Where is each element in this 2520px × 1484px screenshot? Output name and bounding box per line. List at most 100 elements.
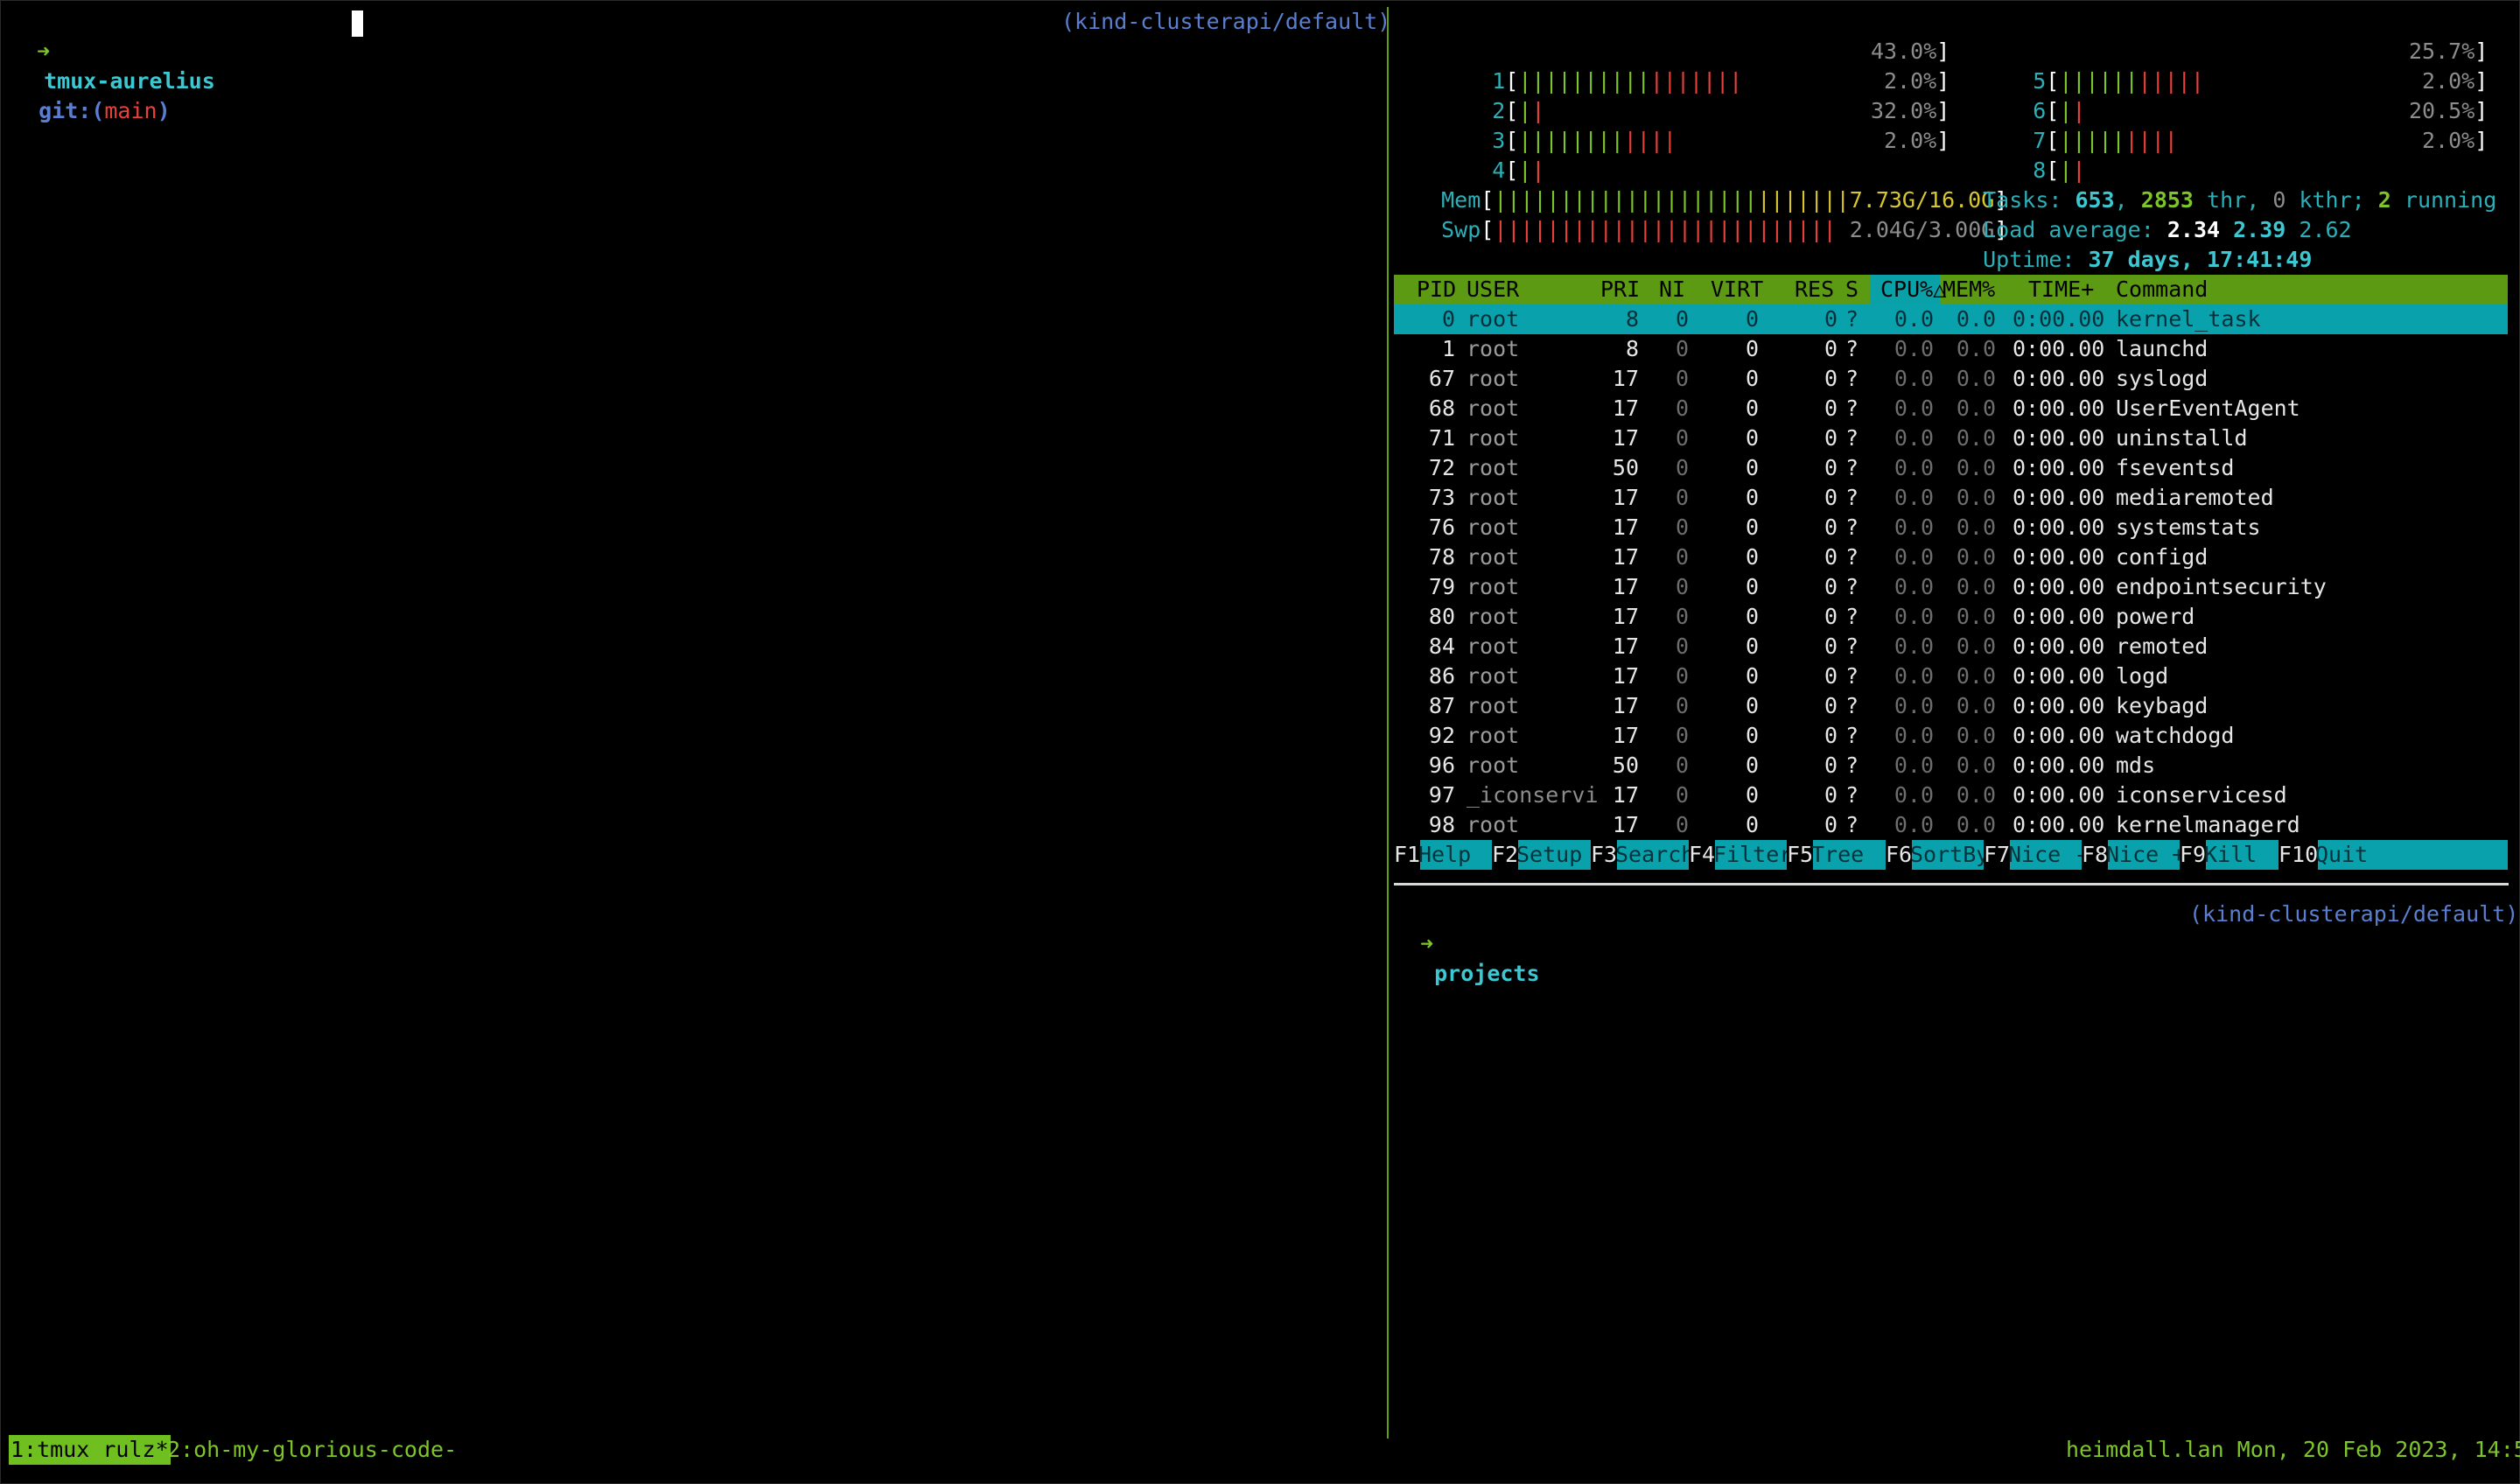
cell-mem: 0.0	[1956, 604, 1996, 629]
cell-virt: 0	[1745, 366, 1759, 391]
prompt-arrow-icon: ➜	[37, 38, 51, 64]
cell-virt: 0	[1745, 634, 1759, 659]
cell-res: 0	[1824, 485, 1838, 510]
cell-command: powerd	[2116, 604, 2195, 629]
cell-mem: 0.0	[1956, 544, 1996, 570]
col-cpu[interactable]: CPU%△	[1880, 275, 1946, 304]
cell-command: endpointsecurity	[2116, 574, 2327, 599]
tmux-window-1[interactable]: 1:tmux rulz*	[9, 1435, 171, 1465]
cell-ni: 0	[1675, 663, 1689, 689]
cell-user: root	[1466, 663, 1520, 689]
col-res[interactable]: RES	[1795, 275, 1834, 304]
cell-cpu: 0.0	[1894, 455, 1934, 480]
col-pri[interactable]: PRI	[1600, 275, 1640, 304]
cpu-meter-1: 1[|||||||||||||||||	[1492, 68, 1743, 94]
cell-pid: 98	[1428, 812, 1455, 837]
cell-mem: 0.0	[1956, 485, 1996, 510]
cell-virt: 0	[1745, 396, 1759, 421]
cell-user: root	[1466, 366, 1520, 391]
cell-virt: 0	[1745, 723, 1759, 748]
cell-res: 0	[1824, 782, 1838, 808]
cell-cpu: 0.0	[1894, 514, 1934, 540]
col-s[interactable]: S	[1845, 275, 1858, 304]
cell-cpu: 0.0	[1894, 663, 1934, 689]
col-virt[interactable]: VIRT	[1711, 275, 1763, 304]
function-key-bar: F1 Help F2 Setup F3 Search F4 Filter F5 Tree F6 Sor…	[1394, 840, 2508, 870]
cell-s: ?	[1845, 812, 1859, 837]
left-pane-prompt[interactable]: ➜ tmux-aurelius git:(main)	[10, 7, 215, 123]
tasks-summary: Tasks: 653, 2853 thr, 0 kthr; 2 running	[1983, 187, 2497, 213]
cell-pid: 96	[1428, 752, 1455, 778]
cell-s: ?	[1845, 336, 1859, 361]
fkey-label: Nice -	[2008, 842, 2088, 867]
cell-time: 0:00.00	[2012, 425, 2105, 451]
cell-user: root	[1466, 396, 1520, 421]
cell-mem: 0.0	[1956, 514, 1996, 540]
cell-command: iconservicesd	[2116, 782, 2287, 808]
fkey-label: SortBy	[1910, 842, 1990, 867]
cell-res: 0	[1824, 425, 1838, 451]
tmux-window-2[interactable]: 2:oh-my-glorious-code-	[167, 1435, 457, 1465]
cell-mem: 0.0	[1956, 634, 1996, 659]
fkey-number: F9	[2180, 840, 2207, 870]
cell-virt: 0	[1745, 574, 1759, 599]
fkey-number: F1	[1394, 840, 1421, 870]
cell-s: ?	[1845, 514, 1859, 540]
cell-command: UserEventAgent	[2116, 396, 2300, 421]
kube-context-right: (kind-clusterapi/default)	[2189, 901, 2519, 927]
cell-mem: 0.0	[1956, 663, 1996, 689]
cell-res: 0	[1824, 366, 1838, 391]
cpu-meter-3: 3[||||||||||||	[1492, 128, 1676, 153]
cell-user: _iconservi	[1466, 782, 1599, 808]
cell-time: 0:00.00	[2012, 812, 2105, 837]
cell-ni: 0	[1675, 306, 1689, 332]
cell-pid: 79	[1428, 574, 1455, 599]
cell-command: watchdogd	[2116, 723, 2235, 748]
cell-res: 0	[1824, 455, 1838, 480]
col-ni[interactable]: NI	[1659, 275, 1685, 304]
right-pane-prompt[interactable]: ➜ projects	[1394, 900, 1539, 986]
cell-ni: 0	[1675, 782, 1689, 808]
fkey-number: F7	[1984, 840, 2011, 870]
col-command[interactable]: Command	[2116, 275, 2208, 304]
pane-divider-horizontal[interactable]	[1394, 883, 2509, 886]
cell-time: 0:00.00	[2012, 396, 2105, 421]
pane-divider-vertical[interactable]	[1387, 7, 1389, 1438]
cell-command: keybagd	[2116, 693, 2208, 718]
cell-time: 0:00.00	[2012, 306, 2105, 332]
process-table-header: PID USER PRI NI VIRT RES S CPU%△ MEM% TI…	[1394, 275, 2508, 304]
cell-user: root	[1466, 574, 1520, 599]
cell-cpu: 0.0	[1894, 366, 1934, 391]
cell-s: ?	[1845, 485, 1859, 510]
cell-ni: 0	[1675, 693, 1689, 718]
git-suffix: )	[157, 98, 171, 123]
cell-virt: 0	[1745, 514, 1759, 540]
col-pid[interactable]: PID	[1417, 275, 1456, 304]
cell-pid: 72	[1428, 455, 1455, 480]
cell-pri: 50	[1612, 752, 1639, 778]
cpu-meter-7-pct: 20.5%]	[2409, 98, 2488, 123]
fkey-label: Tree	[1811, 842, 1865, 867]
cell-time: 0:00.00	[2012, 693, 2105, 718]
cpu-meter-4: 4[||	[1492, 158, 1545, 183]
cell-command: configd	[2116, 544, 2208, 570]
cell-s: ?	[1845, 455, 1859, 480]
prompt-directory: tmux-aurelius	[44, 68, 215, 94]
cell-pri: 17	[1612, 485, 1639, 510]
cell-pri: 17	[1612, 604, 1639, 629]
cell-time: 0:00.00	[2012, 485, 2105, 510]
col-mem[interactable]: MEM%	[1942, 275, 1995, 304]
cell-s: ?	[1845, 693, 1859, 718]
cell-res: 0	[1824, 634, 1838, 659]
cell-s: ?	[1845, 604, 1859, 629]
col-user[interactable]: USER	[1466, 275, 1519, 304]
cell-pri: 17	[1612, 366, 1639, 391]
cpu-meter-5-pct: 25.7%]	[2409, 38, 2488, 64]
col-time[interactable]: TIME+	[2028, 275, 2094, 304]
cell-pri: 8	[1625, 336, 1639, 361]
cell-mem: 0.0	[1956, 723, 1996, 748]
cell-time: 0:00.00	[2012, 336, 2105, 361]
prompt-arrow-icon: ➜	[1420, 931, 1434, 956]
cell-time: 0:00.00	[2012, 782, 2105, 808]
cell-s: ?	[1845, 723, 1859, 748]
